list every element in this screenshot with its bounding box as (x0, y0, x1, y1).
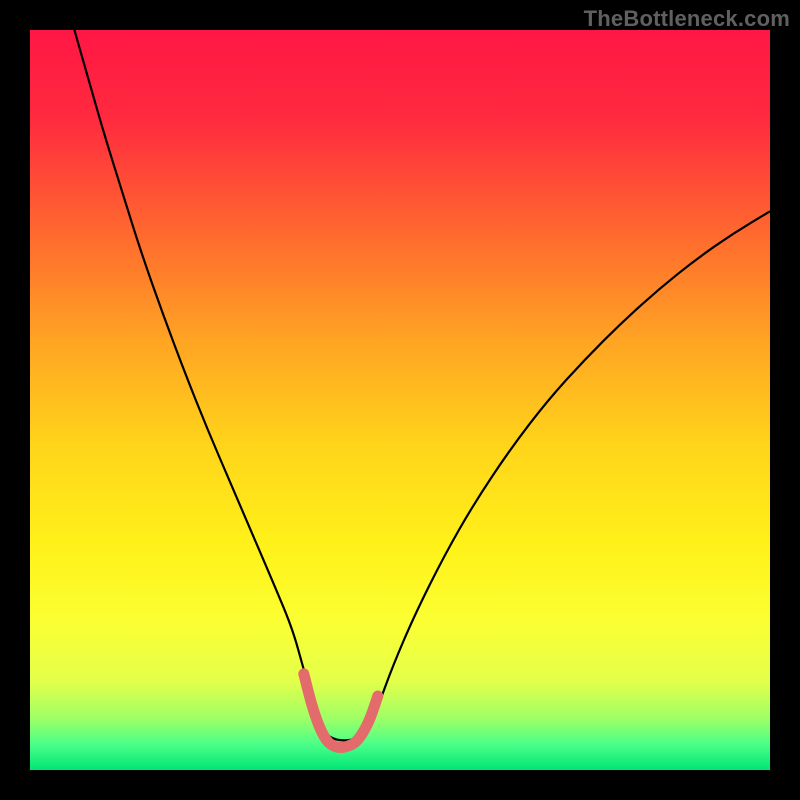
attribution-watermark: TheBottleneck.com (584, 6, 790, 32)
plot-area (30, 30, 770, 770)
bottleneck-chart (30, 30, 770, 770)
gradient-background (30, 30, 770, 770)
chart-stage: TheBottleneck.com (0, 0, 800, 800)
